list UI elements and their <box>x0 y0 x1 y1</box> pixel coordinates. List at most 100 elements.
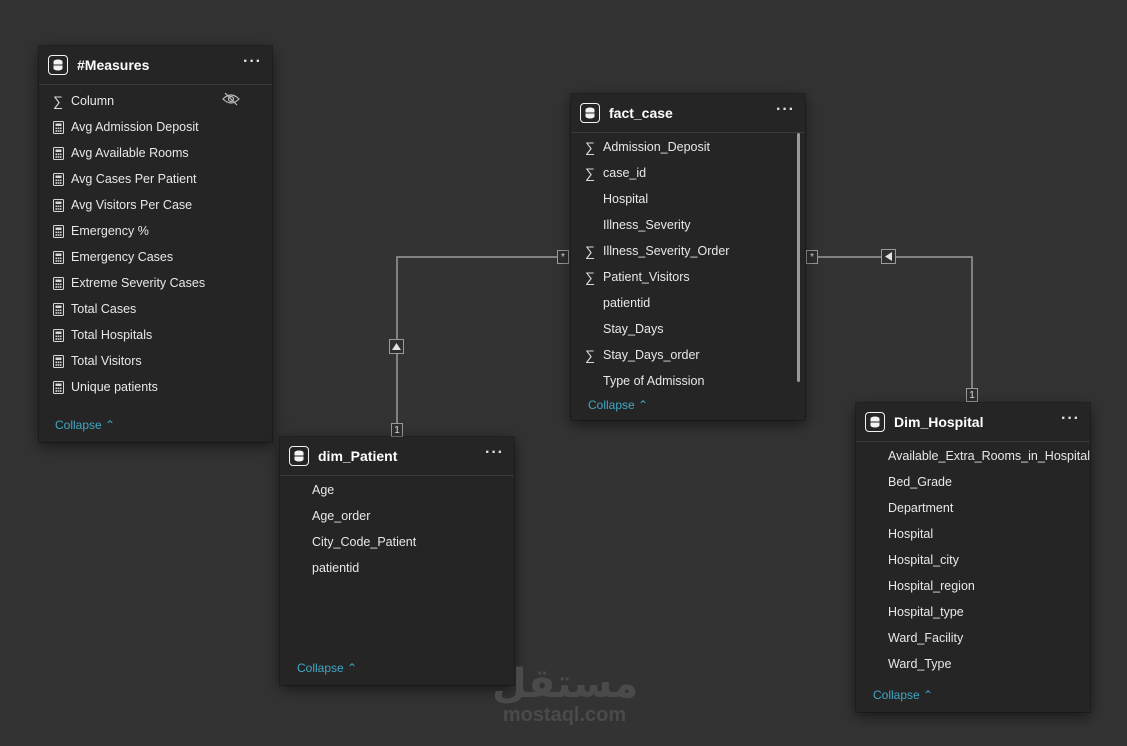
collapse-link[interactable]: Collapse ⌃ <box>55 418 115 432</box>
filter-direction-left-icon[interactable] <box>881 249 896 264</box>
table-header[interactable]: #Measures ··· <box>39 46 272 85</box>
sigma-icon: ∑ <box>53 93 63 109</box>
field-item[interactable]: ∑ case_id <box>571 160 805 186</box>
field-label: Age <box>312 483 335 497</box>
hidden-eye-icon[interactable] <box>222 92 240 111</box>
field-item[interactable]: ∑ Patient_Visitors <box>571 264 805 290</box>
filter-direction-up-icon[interactable] <box>389 339 404 354</box>
table-header[interactable]: fact_case ··· <box>571 94 805 133</box>
field-item[interactable]: Illness_Severity <box>571 212 805 238</box>
calculator-icon <box>52 172 64 186</box>
field-label: Hospital <box>888 527 934 541</box>
field-label: Age_order <box>312 509 371 523</box>
field-item[interactable]: Available_Extra_Rooms_in_Hospital <box>856 443 1090 469</box>
one-cardinality-badge[interactable]: 1 <box>966 388 978 402</box>
field-item[interactable]: patientid <box>280 555 514 581</box>
field-item[interactable]: Ward_Type <box>856 651 1090 677</box>
field-item[interactable]: ∑ Stay_Days_order <box>571 342 805 368</box>
field-label: Admission_Deposit <box>603 140 710 154</box>
field-item[interactable]: Hospital <box>571 186 805 212</box>
table-title: fact_case <box>609 105 673 121</box>
field-item[interactable]: Ward_Facility <box>856 625 1090 651</box>
collapse-link[interactable]: Collapse ⌃ <box>297 661 357 675</box>
calculator-icon <box>52 146 64 160</box>
sigma-icon: ∑ <box>585 165 595 181</box>
calculator-icon <box>52 198 64 212</box>
field-label: Avg Cases Per Patient <box>71 172 197 186</box>
field-item[interactable]: Avg Admission Deposit <box>39 114 272 140</box>
collapse-link[interactable]: Collapse ⌃ <box>873 688 933 702</box>
calculator-icon <box>52 250 64 264</box>
field-list: ∑ Admission_Deposit ∑ case_id Hospital Illnes… <box>571 133 805 394</box>
field-item[interactable]: Avg Visitors Per Case <box>39 192 272 218</box>
sigma-icon: ∑ <box>585 139 595 155</box>
field-item[interactable]: Avg Cases Per Patient <box>39 166 272 192</box>
table-header[interactable]: dim_Patient ··· <box>280 437 514 476</box>
field-item[interactable]: patientid <box>571 290 805 316</box>
table-icon <box>580 103 600 123</box>
more-options-icon[interactable]: ··· <box>776 102 795 121</box>
dim-hospital-table-card[interactable]: Dim_Hospital ··· Available_Extra_Rooms_i… <box>856 403 1090 712</box>
field-item[interactable]: Total Hospitals <box>39 322 272 348</box>
field-item[interactable]: Bed_Grade <box>856 469 1090 495</box>
calculator-icon <box>52 120 64 134</box>
field-item[interactable]: Age <box>280 477 514 503</box>
field-item[interactable]: Department <box>856 495 1090 521</box>
field-label: Avg Available Rooms <box>71 146 189 160</box>
table-icon <box>48 55 68 75</box>
more-options-icon[interactable]: ··· <box>485 445 504 464</box>
field-item[interactable]: ∑ Admission_Deposit <box>571 134 805 160</box>
field-item[interactable]: Extreme Severity Cases <box>39 270 272 296</box>
field-label: Illness_Severity <box>603 218 691 232</box>
field-item[interactable]: Emergency % <box>39 218 272 244</box>
fact-case-table-card[interactable]: fact_case ··· ∑ Admission_Deposit ∑ case_id… <box>571 94 805 420</box>
collapse-label: Collapse <box>873 688 920 702</box>
field-label: Available_Extra_Rooms_in_Hospital <box>888 449 1090 463</box>
field-label: Illness_Severity_Order <box>603 244 730 258</box>
field-label: Total Cases <box>71 302 137 316</box>
field-label: Stay_Days_order <box>603 348 700 362</box>
field-label: Unique patients <box>71 380 158 394</box>
field-label: patientid <box>603 296 651 310</box>
calculator-icon <box>52 224 64 238</box>
measures-table-card[interactable]: #Measures ··· ∑ Column Avg Admission Depos… <box>39 46 272 442</box>
collapse-link[interactable]: Collapse ⌃ <box>588 398 648 412</box>
field-label: Patient_Visitors <box>603 270 690 284</box>
field-item[interactable]: Hospital_region <box>856 573 1090 599</box>
field-label: Ward_Type <box>888 657 952 671</box>
field-item[interactable]: Unique patients <box>39 374 272 400</box>
field-item[interactable]: Hospital <box>856 521 1090 547</box>
field-item[interactable]: Stay_Days <box>571 316 805 342</box>
field-item[interactable]: Emergency Cases <box>39 244 272 270</box>
field-label: patientid <box>312 561 360 575</box>
relationship-line-hospital <box>806 256 973 396</box>
more-options-icon[interactable]: ··· <box>243 54 262 73</box>
field-item[interactable]: Age_order <box>280 503 514 529</box>
more-options-icon[interactable]: ··· <box>1061 411 1080 430</box>
field-list: Age Age_order City_Code_Patient patientid <box>280 476 514 581</box>
field-item[interactable]: Total Visitors <box>39 348 272 374</box>
field-item[interactable]: Total Cases <box>39 296 272 322</box>
field-item[interactable]: Avg Available Rooms <box>39 140 272 166</box>
field-item[interactable]: Hospital_type <box>856 599 1090 625</box>
chevron-up-icon: ⌃ <box>105 418 116 432</box>
many-cardinality-badge[interactable]: * <box>806 250 818 264</box>
field-item[interactable]: ∑ Illness_Severity_Order <box>571 238 805 264</box>
calculator-icon <box>52 380 64 394</box>
one-cardinality-badge[interactable]: 1 <box>391 423 403 437</box>
field-item[interactable]: Type of Admission <box>571 368 805 394</box>
sigma-icon: ∑ <box>585 243 595 259</box>
table-icon <box>865 412 885 432</box>
field-label: City_Code_Patient <box>312 535 417 549</box>
many-cardinality-badge[interactable]: * <box>557 250 569 264</box>
dim-patient-table-card[interactable]: dim_Patient ··· Age Age_order City_Code_Pa… <box>280 437 514 685</box>
field-item[interactable]: Hospital_city <box>856 547 1090 573</box>
table-icon <box>289 446 309 466</box>
field-label: Hospital <box>603 192 649 206</box>
table-header[interactable]: Dim_Hospital ··· <box>856 403 1090 442</box>
chevron-up-icon: ⌃ <box>638 398 649 412</box>
field-label: Bed_Grade <box>888 475 952 489</box>
field-item[interactable]: City_Code_Patient <box>280 529 514 555</box>
field-label: Extreme Severity Cases <box>71 276 206 290</box>
scrollbar[interactable] <box>797 133 800 382</box>
